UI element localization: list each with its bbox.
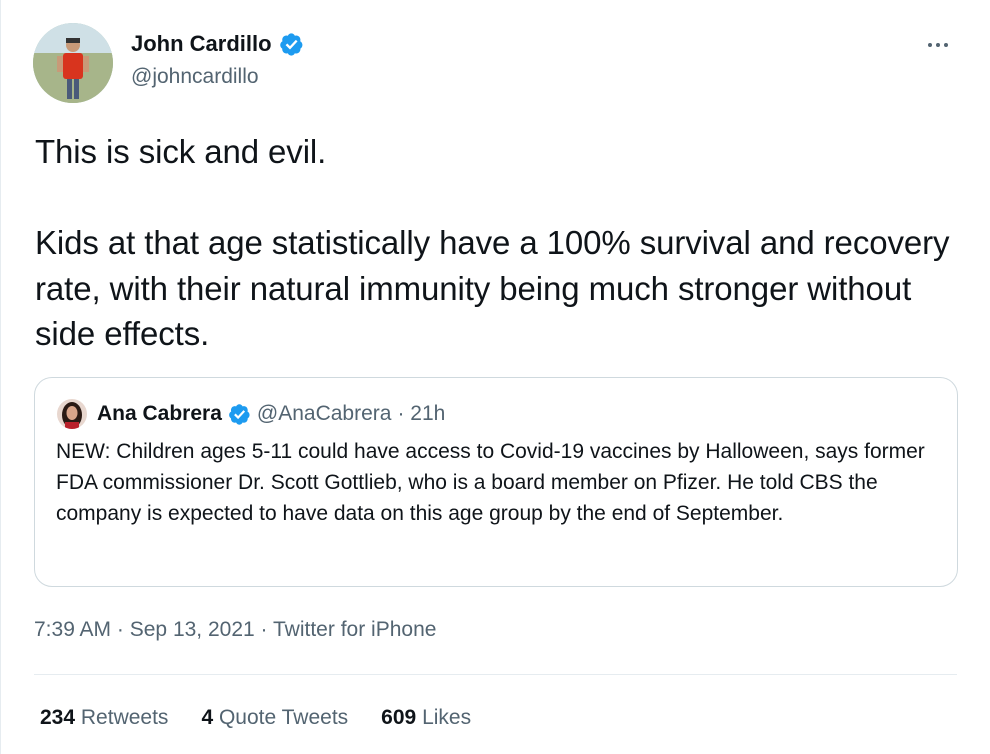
tweet-date[interactable]: Sep 13, 2021 — [130, 618, 255, 641]
tweet-timestamp: 7:39 AM · Sep 13, 2021 · Twitter for iPh… — [34, 615, 436, 645]
quoted-author-name[interactable]: Ana Cabrera — [97, 399, 222, 429]
likes-stat[interactable]: 609 Likes — [381, 703, 471, 733]
divider — [34, 674, 957, 675]
quoted-text: NEW: Children ages 5-11 could have acces… — [56, 440, 925, 525]
author-handle[interactable]: @johncardillo — [131, 63, 259, 91]
retweets-count: 234 — [40, 706, 76, 729]
quote-tweets-label: Quote Tweets — [218, 706, 349, 729]
verified-badge-icon — [229, 403, 250, 425]
tweet-source[interactable]: Twitter for iPhone — [273, 618, 436, 641]
author-name-row: John Cardillo — [131, 29, 304, 59]
author-name[interactable]: John Cardillo — [131, 29, 272, 59]
tweet-stats: 234 Retweets 4 Quote Tweets 609 Likes — [40, 703, 471, 733]
quoted-header: Ana Cabrera @AnaCabrera · 21h — [97, 399, 445, 429]
author-avatar[interactable] — [33, 23, 113, 103]
quote-tweets-count: 4 — [201, 706, 214, 729]
verified-badge-icon — [279, 32, 302, 56]
separator-dot: · — [116, 618, 124, 641]
quoted-author-handle: @AnaCabrera — [256, 402, 392, 425]
retweets-stat[interactable]: 234 Retweets — [40, 703, 168, 733]
tweet-card: John Cardillo @johncardillo This is sick… — [0, 0, 990, 754]
more-options-icon[interactable] — [923, 30, 953, 60]
separator-dot: · — [260, 618, 268, 641]
retweets-label: Retweets — [80, 706, 169, 729]
author-photo — [33, 23, 113, 103]
quoted-time: · 21h — [397, 402, 446, 425]
likes-label: Likes — [422, 706, 472, 729]
quoted-tweet[interactable]: Ana Cabrera @AnaCabrera · 21h NEW: Child… — [34, 377, 958, 587]
likes-count: 609 — [381, 706, 417, 729]
quoted-author-photo — [57, 399, 87, 429]
quote-tweets-stat[interactable]: 4 Quote Tweets — [201, 703, 348, 733]
tweet-time[interactable]: 7:39 AM — [34, 618, 111, 641]
quoted-author-avatar[interactable] — [57, 399, 87, 429]
tweet-text: This is sick and evil. Kids at that age … — [35, 133, 950, 352]
